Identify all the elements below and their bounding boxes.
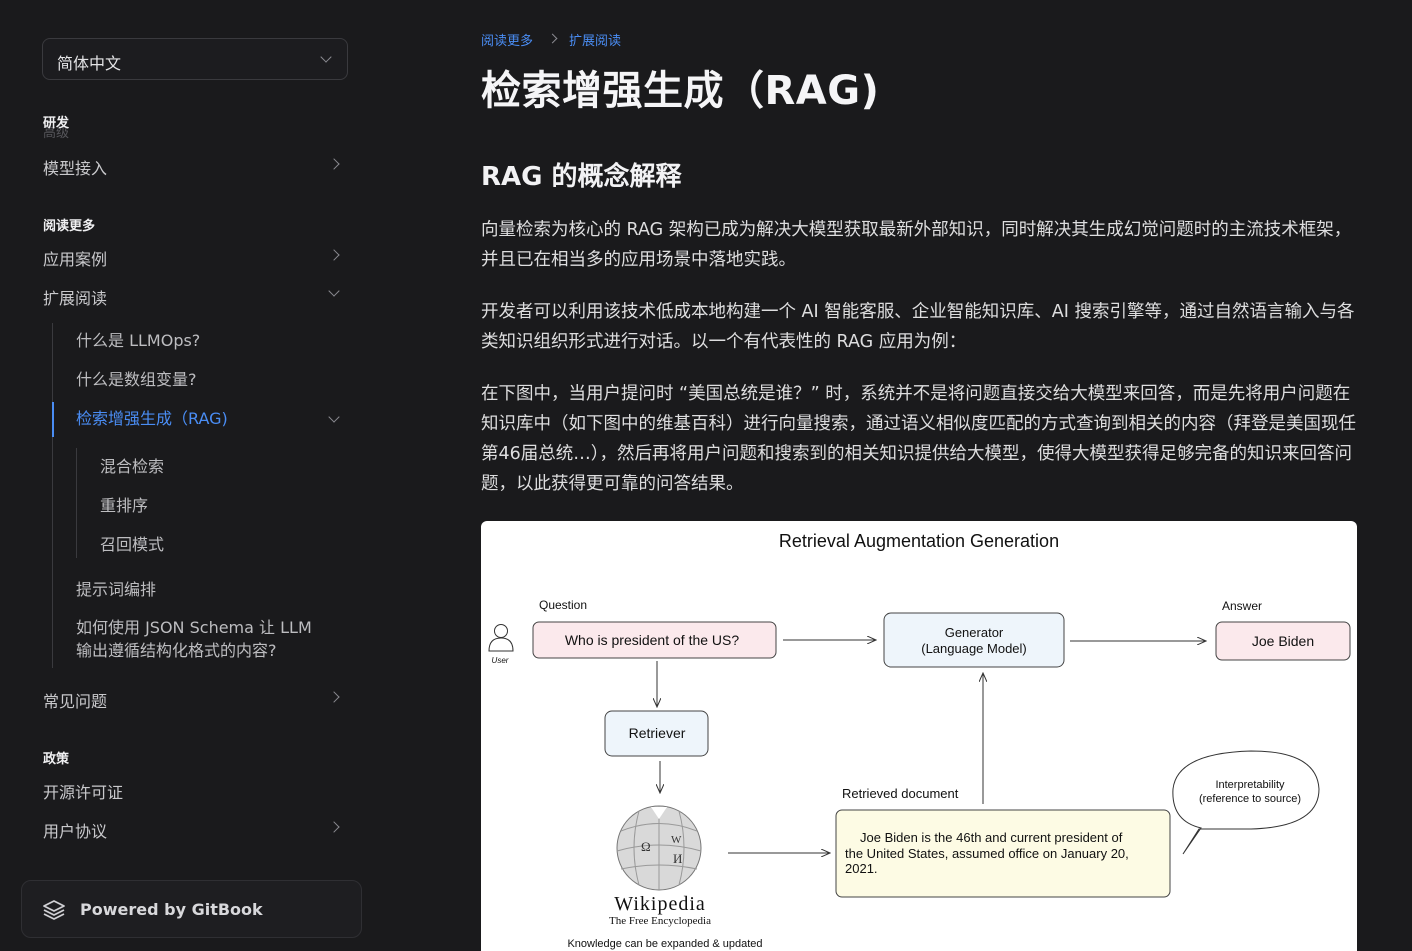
answer-text: Joe Biden [1252, 633, 1314, 649]
wikipedia-globe-icon: Ω W И [616, 805, 702, 891]
breadcrumb-link-read-more[interactable]: 阅读更多 [481, 30, 533, 49]
generator-label: Generator [945, 625, 1004, 640]
chevron-down-icon [328, 411, 340, 423]
sidebar-item-label: 检索增强生成（RAG) [76, 409, 228, 428]
sidebar-item-model-access[interactable]: 模型接入 [43, 150, 348, 180]
user-icon [488, 624, 514, 652]
retrieved-document-line: the United States, assumed office on Jan… [845, 846, 1129, 861]
sidebar-item-array-variable[interactable]: 什么是数组变量? [76, 368, 348, 391]
generator-sublabel: (Language Model) [921, 641, 1027, 656]
chevron-right-icon [328, 249, 340, 261]
section-title-dev: 研发 [43, 116, 70, 131]
wikipedia-wordmark: Wikipedia [614, 893, 706, 915]
sidebar-item-user-agreement[interactable]: 用户协议 [43, 813, 348, 843]
sidebar-item-faq[interactable]: 常见问题 [43, 683, 348, 713]
sidebar-item-retrieval-mode[interactable]: 召回模式 [100, 531, 164, 555]
powered-by-gitbook-link[interactable]: Powered by GitBook [21, 880, 362, 938]
tree-line [76, 448, 77, 558]
sidebar-item-rag[interactable]: 检索增强生成（RAG) [76, 407, 348, 430]
sidebar-item-label: 用户协议 [43, 822, 108, 841]
sidebar-item-label: 开源许可证 [43, 783, 124, 802]
svg-text:Ω: Ω [641, 839, 651, 854]
active-indicator [52, 402, 54, 437]
sidebar: 简体中文 高级 研发 模型接入 阅读更多 应用案例 扩展阅读 什么是 LLMOp… [0, 0, 400, 947]
paragraph-1: 向量检索为核心的 RAG 架构已成为解决大模型获取最新外部知识，同时解决其生成幻… [481, 220, 1352, 270]
section-title-policy: 政策 [43, 752, 70, 767]
language-select-value: 简体中文 [57, 54, 122, 73]
interpretability-sublabel: (reference to source) [1199, 793, 1301, 805]
sidebar-item-open-source-license[interactable]: 开源许可证 [43, 774, 348, 804]
user-label: User [492, 656, 509, 665]
rag-diagram-image: Retrieval Augmentation Generation User Q… [481, 521, 1357, 951]
sidebar-item-extended-reading[interactable]: 扩展阅读 [43, 280, 348, 310]
chevron-right-icon [328, 821, 340, 833]
wikipedia-tagline: The Free Encyclopedia [609, 915, 711, 927]
answer-label: Answer [1222, 599, 1262, 613]
gitbook-icon [43, 900, 65, 920]
chevron-right-icon [547, 33, 558, 44]
svg-text:И: И [673, 851, 682, 866]
chevron-right-icon [328, 158, 340, 170]
sidebar-item-hybrid-search[interactable]: 混合检索 [100, 453, 164, 477]
paragraph-3: 在下图中，当用户提问时 “美国总统是谁？” 时，系统并不是将问题直接交给大模型来… [481, 384, 1356, 494]
page-title: 检索增强生成（RAG) [481, 68, 880, 114]
breadcrumb-link-extended-reading[interactable]: 扩展阅读 [569, 30, 621, 49]
chevron-right-icon [328, 691, 340, 703]
powered-by-label: Powered by GitBook [80, 900, 263, 919]
interpretability-label: Interpretability [1215, 779, 1285, 791]
section-title-read-more: 阅读更多 [43, 219, 96, 234]
generator-box [883, 612, 1065, 668]
paragraph-2: 开发者可以利用该技术低成本地构建一个 AI 智能客服、企业智能知识库、AI 搜索… [481, 302, 1355, 352]
question-label: Question [539, 598, 587, 612]
sidebar-item-json-schema[interactable]: 如何使用 JSON Schema 让 LLM 输出遵循结构化格式的内容? [76, 616, 321, 662]
retrieved-document-label: Retrieved document [842, 786, 959, 801]
sidebar-item-llmops[interactable]: 什么是 LLMOps? [76, 329, 348, 352]
retrieved-document-line: Joe Biden is the 46th and current presid… [860, 830, 1123, 845]
sidebar-item-use-cases[interactable]: 应用案例 [43, 241, 348, 271]
chevron-down-icon [328, 285, 340, 297]
wikipedia-note: Knowledge can be expanded & updated [567, 938, 762, 950]
svg-text:W: W [671, 834, 682, 846]
tree-line [52, 323, 53, 668]
sidebar-item-prompt-orchestration[interactable]: 提示词编排 [76, 578, 348, 601]
section-heading: RAG 的概念解释 [481, 162, 682, 192]
question-text: Who is president of the US? [565, 632, 740, 648]
sidebar-item-label: 常见问题 [43, 692, 108, 711]
sidebar-item-label: 模型接入 [43, 159, 108, 178]
sidebar-item-label: 扩展阅读 [43, 289, 108, 308]
retrieved-document-line: 2021. [845, 861, 878, 876]
chevron-down-icon [320, 51, 332, 63]
sidebar-item-label: 应用案例 [43, 250, 108, 269]
language-select[interactable]: 简体中文 [42, 38, 348, 80]
diagram-title: Retrieval Augmentation Generation [779, 531, 1059, 551]
retriever-label: Retriever [629, 725, 686, 741]
sidebar-item-rerank[interactable]: 重排序 [100, 492, 148, 516]
